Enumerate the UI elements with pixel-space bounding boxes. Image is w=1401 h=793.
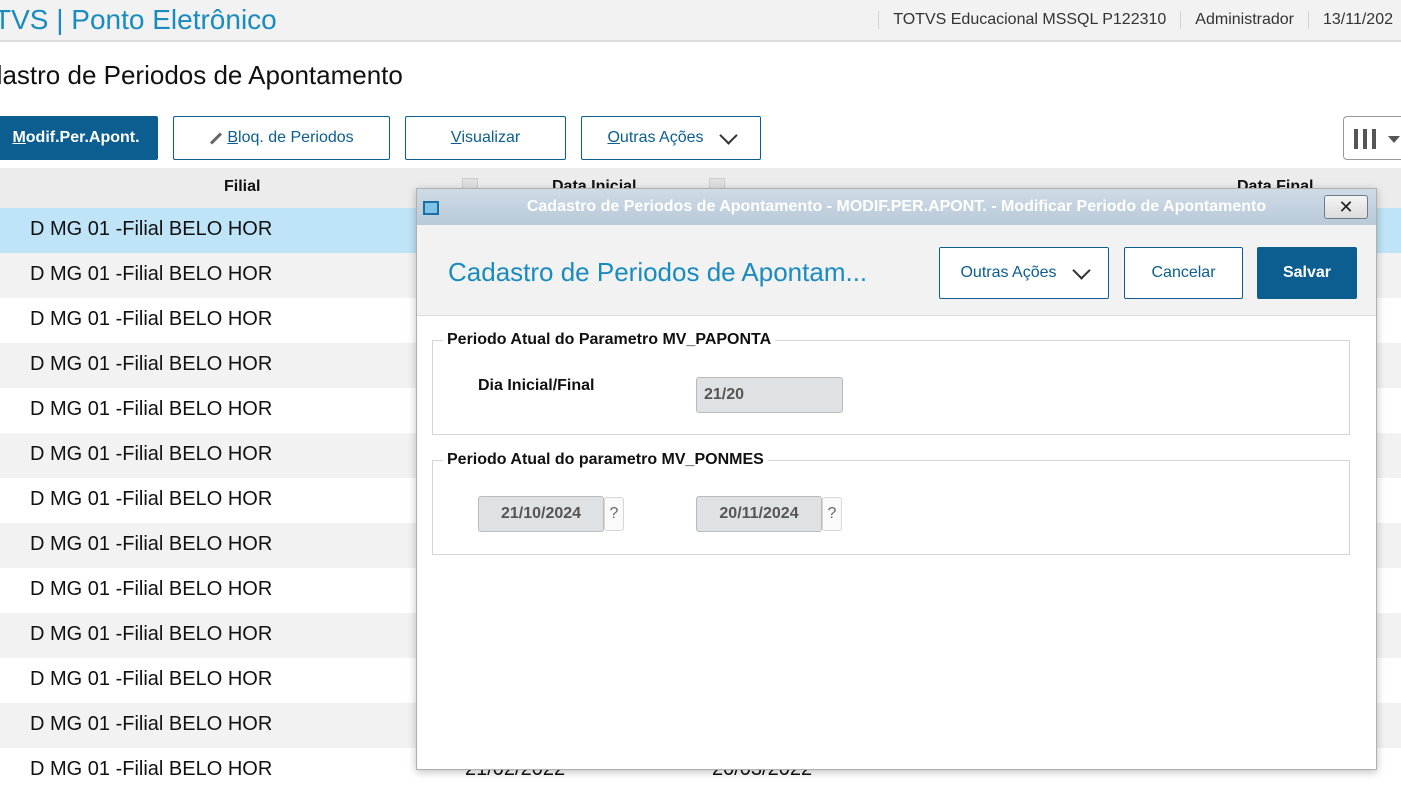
modif-per-apont-button[interactable]: Modif.Per.Apont. xyxy=(0,116,158,160)
bloq-periodos-button[interactable]: Bloq. de Periodos xyxy=(173,116,390,160)
save-button[interactable]: Salvar xyxy=(1257,247,1357,299)
col-header-filial[interactable]: Filial xyxy=(224,178,260,196)
start-date-help-button[interactable]: ? xyxy=(604,497,624,531)
cell-filial: D MG 01 -Filial BELO HOR xyxy=(30,353,273,375)
end-date-value: 20/11/2024 xyxy=(719,505,799,522)
visualizar-label: isualizar xyxy=(461,129,521,146)
cancel-button[interactable]: Cancelar xyxy=(1124,247,1243,299)
cell-filial: D MG 01 -Filial BELO HOR xyxy=(30,578,273,600)
top-info: TOTVS Educacional MSSQL P122310 Administ… xyxy=(878,0,1401,40)
cell-filial: D MG 01 -Filial BELO HOR xyxy=(30,623,273,645)
ponmes-legend: Periodo Atual do parametro MV_PONMES xyxy=(443,451,768,469)
cell-filial: D MG 01 -Filial BELO HOR xyxy=(30,713,273,735)
end-date-help-button[interactable]: ? xyxy=(822,497,842,531)
dialog-outras-acoes-button[interactable]: Outras Ações xyxy=(939,247,1109,299)
save-label: Salvar xyxy=(1282,264,1332,281)
chevron-down-icon xyxy=(1071,260,1091,280)
outras-label: utras Ações xyxy=(619,129,704,146)
outras-hotkey: O xyxy=(607,129,620,146)
outras-acoes-button[interactable]: Outras Ações xyxy=(581,116,761,160)
help-icon: ? xyxy=(827,505,837,522)
pencil-icon xyxy=(210,131,223,145)
dialog-window-title: Cadastro de Periodos de Apontamento - MO… xyxy=(526,198,1267,215)
top-bar: TVS | Ponto Eletrônico TOTVS Educacional… xyxy=(0,0,1401,42)
help-icon: ? xyxy=(609,505,619,522)
chevron-down-icon xyxy=(718,125,738,145)
modif-hotkey: M xyxy=(12,129,26,146)
caret-down-icon xyxy=(1388,136,1400,143)
columns-icon xyxy=(1354,129,1378,149)
cell-filial: D MG 01 -Filial BELO HOR xyxy=(30,668,273,690)
dia-inicial-final-field: 21/20 xyxy=(696,377,843,413)
close-icon: ✕ xyxy=(1338,196,1354,217)
cell-filial: D MG 01 -Filial BELO HOR xyxy=(30,218,273,240)
environment-label: TOTVS Educacional MSSQL P122310 xyxy=(878,11,1180,29)
cell-filial: D MG 01 -Filial BELO HOR xyxy=(30,758,273,780)
dialog-titlebar[interactable]: Cadastro de Periodos de Apontamento - MO… xyxy=(417,189,1376,225)
bloq-hotkey: B xyxy=(227,129,239,146)
end-date-field: 20/11/2024 xyxy=(696,496,822,532)
start-date-value: 21/10/2024 xyxy=(500,505,582,522)
paponta-legend: Periodo Atual do Parametro MV_PAPONTA xyxy=(443,331,776,349)
cell-filial: D MG 01 -Filial BELO HOR xyxy=(30,398,273,420)
close-button[interactable]: ✕ xyxy=(1324,195,1368,219)
dialog-outras-label: Outras Ações xyxy=(960,264,1057,281)
cell-filial: D MG 01 -Filial BELO HOR xyxy=(30,308,273,330)
modif-label: odif.Per.Apont. xyxy=(25,129,140,146)
cancel-label: Cancelar xyxy=(1151,264,1216,281)
cell-filial: D MG 01 -Filial BELO HOR xyxy=(30,488,273,510)
page-title: dastro de Periodos de Apontamento xyxy=(0,60,403,90)
date-label: 13/11/202 xyxy=(1308,11,1401,29)
paponta-section: Periodo Atual do Parametro MV_PAPONTA Di… xyxy=(432,331,1350,435)
bloq-label: loq. de Periodos xyxy=(238,129,354,146)
user-label[interactable]: Administrador xyxy=(1180,11,1308,29)
visualizar-hotkey: V xyxy=(450,129,462,146)
start-date-field: 21/10/2024 xyxy=(478,496,604,532)
cell-filial: D MG 01 -Filial BELO HOR xyxy=(30,533,273,555)
visualizar-button[interactable]: Visualizar xyxy=(405,116,566,160)
dialog-header: Cadastro de Periodos de Apontam... Outra… xyxy=(417,225,1376,316)
modify-period-dialog: Cadastro de Periodos de Apontamento - MO… xyxy=(416,188,1377,770)
dialog-heading: Cadastro de Periodos de Apontam... xyxy=(448,257,868,287)
cell-filial: D MG 01 -Filial BELO HOR xyxy=(30,263,273,285)
dia-inicial-final-label: Dia Inicial/Final xyxy=(478,377,595,394)
ponmes-section: Periodo Atual do parametro MV_PONMES 21/… xyxy=(432,451,1350,555)
dia-inicial-final-value: 21/20 xyxy=(704,386,745,403)
cell-filial: D MG 01 -Filial BELO HOR xyxy=(30,443,273,465)
app-title: TVS | Ponto Eletrônico xyxy=(0,4,277,35)
column-menu-button[interactable] xyxy=(1343,116,1401,160)
